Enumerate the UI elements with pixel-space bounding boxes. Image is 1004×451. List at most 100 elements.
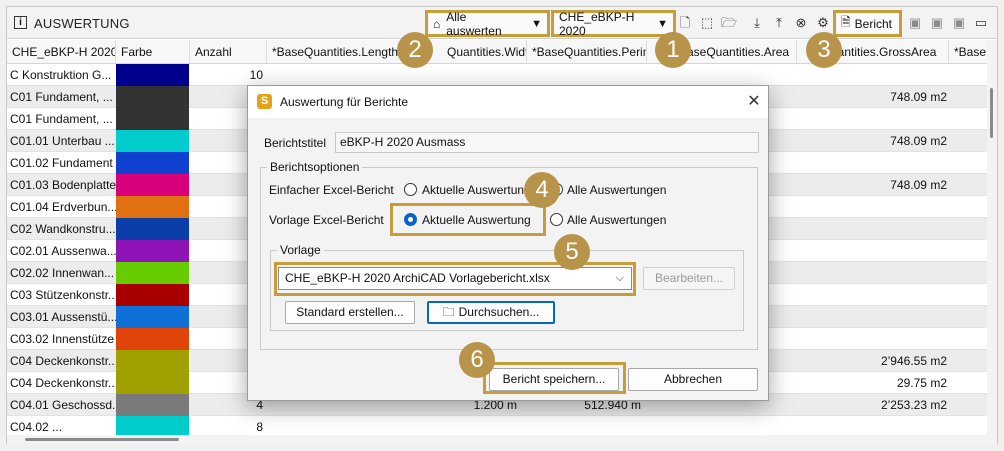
column-header[interactable]: Farbe <box>116 40 190 64</box>
row-color-swatch[interactable] <box>116 240 189 262</box>
row-name-cell: C Konstruktion G... <box>10 68 112 82</box>
row-gross-area-cell <box>797 152 949 174</box>
new-file-icon[interactable]: 🗋 <box>677 15 693 31</box>
row-name-cell: C02.01 Aussenwa... <box>10 244 116 258</box>
row-name-cell: C03 Stützenkonstr... <box>10 288 116 302</box>
vertical-scrollbar[interactable] <box>987 40 997 435</box>
classification-dropdown-label: CHE_eBKP-H 2020 <box>559 9 635 38</box>
row-color-swatch[interactable] <box>116 350 189 372</box>
column-header[interactable]: Quantities.Width <box>427 40 527 64</box>
close-icon[interactable]: ✕ <box>744 92 764 112</box>
column-header[interactable]: CHE_eBKP-H 2020 <box>7 40 116 64</box>
row-name-cell: C03.02 Innenstütze <box>10 332 115 346</box>
table-row[interactable]: C Konstruktion G... 10 <box>7 64 987 86</box>
row-name-cell: C01.02 Fundament <box>10 156 113 170</box>
row-width-cell <box>427 64 523 86</box>
column-header[interactable]: *BaseQuantities.Perime <box>527 40 647 64</box>
highlight-frame <box>390 203 546 236</box>
row-color-swatch[interactable] <box>116 306 189 328</box>
scrollbar-thumb[interactable] <box>25 438 179 441</box>
row-color-swatch[interactable] <box>116 284 189 306</box>
row-color-swatch[interactable] <box>116 174 189 196</box>
row-color-swatch[interactable] <box>116 372 189 394</box>
row-color-swatch[interactable] <box>116 328 189 350</box>
horizontal-scrollbar[interactable] <box>7 435 997 444</box>
row-gross-area-cell <box>797 108 949 130</box>
column-header[interactable]: *Base <box>949 40 987 64</box>
report-button-label: Bericht <box>854 16 893 31</box>
new-selection-icon[interactable]: ⬚ <box>699 15 715 31</box>
create-default-button[interactable]: Standard erstellen... <box>285 301 415 324</box>
row-count-cell: 10 <box>249 68 263 82</box>
caret-down-icon: ▼ <box>657 17 668 30</box>
panel-title: AUSWERTUNG <box>34 16 130 31</box>
row-name-cell: C04 Deckenkonstr... <box>10 354 116 368</box>
row-gross-area-cell <box>797 262 949 284</box>
row-perimeter-cell <box>527 416 645 435</box>
simple-current-label[interactable]: Aktuelle Auswertung <box>422 183 526 197</box>
case-icon[interactable]: ▣ <box>929 15 945 31</box>
report-title-label: Berichtstitel <box>264 136 327 150</box>
row-color-swatch[interactable] <box>116 86 189 108</box>
scope-dropdown[interactable]: ⌂ Alle auswerten ▼ <box>425 9 550 38</box>
row-gross-area-cell: 2’946.55 m2 <box>880 354 947 368</box>
browse-button-label: Durchsuchen... <box>458 305 540 319</box>
export-icon[interactable]: ⤒ <box>771 15 787 31</box>
row-name-cell: C01.03 Bodenplatte <box>10 178 116 192</box>
row-color-swatch[interactable] <box>116 394 189 416</box>
row-gross-area-cell <box>797 240 949 262</box>
row-gross-area-cell <box>797 328 949 350</box>
row-gross-area-cell <box>797 284 949 306</box>
import-icon[interactable]: ⤓ <box>749 15 765 31</box>
row-color-swatch[interactable] <box>116 416 189 435</box>
case-icon[interactable]: ▣ <box>907 15 923 31</box>
row-name-cell: C04.02 ... <box>10 420 63 434</box>
template-report-label: Vorlage Excel-Bericht <box>269 213 384 227</box>
row-color-swatch[interactable] <box>116 130 189 152</box>
settings-icon[interactable]: ⚙ <box>815 15 831 31</box>
browse-button[interactable]: 🗀 Durchsuchen... <box>427 301 555 324</box>
template-all-label[interactable]: Alle Auswertungen <box>567 213 666 227</box>
row-name-cell: C02 Wandkonstru... <box>10 222 116 236</box>
highlight-frame <box>483 362 626 394</box>
folder-open-icon[interactable]: 🗁 <box>721 15 737 31</box>
report-button[interactable]: 🗎 Bericht <box>833 10 902 37</box>
row-name-cell: C04 Deckenkonstr... <box>10 376 116 390</box>
row-name-cell: C02.02 Innenwan... <box>10 266 115 280</box>
scope-dropdown-label: Alle auswerten <box>446 9 502 38</box>
row-color-swatch[interactable] <box>116 64 189 86</box>
column-header[interactable]: Anzahl <box>190 40 267 64</box>
row-name-cell: C04.01 Geschossd... <box>10 398 116 412</box>
window-icon[interactable]: ▭ <box>973 15 989 31</box>
scrollbar-thumb[interactable] <box>990 88 993 138</box>
step-badge-4: 4 <box>524 172 560 208</box>
step-badge-1: 1 <box>655 32 691 68</box>
row-color-swatch[interactable] <box>116 218 189 240</box>
classification-dropdown[interactable]: CHE_eBKP-H 2020 ▼ <box>551 9 676 38</box>
step-badge-5: 5 <box>554 234 590 270</box>
row-gross-area-cell <box>797 218 949 240</box>
row-width-cell <box>427 416 523 435</box>
row-name-cell: C01.01 Unterbau ... <box>10 134 115 148</box>
row-color-swatch[interactable] <box>116 108 189 130</box>
report-title-input[interactable]: eBKP-H 2020 Ausmass <box>335 132 759 153</box>
simple-current-radio[interactable] <box>404 183 417 196</box>
house-icon: ⌂ <box>433 16 441 31</box>
edit-button[interactable]: Bearbeiten... <box>643 267 735 290</box>
row-gross-area-cell: 748.09 m2 <box>890 134 947 148</box>
row-gross-area-cell <box>797 416 949 435</box>
cancel-button[interactable]: Abbrechen <box>628 368 758 391</box>
row-gross-area-cell: 748.09 m2 <box>890 90 947 104</box>
template-all-radio[interactable] <box>550 213 563 226</box>
row-color-swatch[interactable] <box>116 196 189 218</box>
row-color-swatch[interactable] <box>116 152 189 174</box>
dialog-titlebar: S Auswertung für Berichte ✕ <box>248 86 768 118</box>
case-icon[interactable]: ▣ <box>951 15 967 31</box>
table-row[interactable]: C04.02 ... 8 <box>7 416 987 435</box>
row-name-cell: C01.04 Erdverbun... <box>10 200 116 214</box>
cancel-icon[interactable]: ⊗ <box>793 15 809 31</box>
row-gross-area-cell <box>797 306 949 328</box>
simple-all-label[interactable]: Alle Auswertungen <box>567 183 666 197</box>
template-legend: Vorlage <box>277 243 324 257</box>
row-color-swatch[interactable] <box>116 262 189 284</box>
